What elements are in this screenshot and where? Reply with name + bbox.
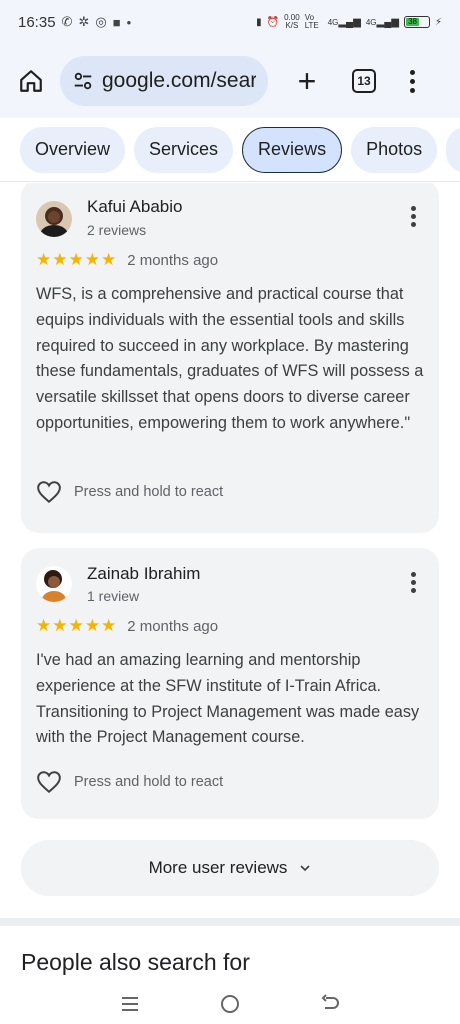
review-text: I've had an amazing learning and mentors… bbox=[36, 651, 420, 747]
reviewer-review-count: 2 reviews bbox=[87, 222, 147, 238]
volte-label: Vo LTE bbox=[304, 13, 319, 30]
status-bar: 16:35 ✆ ✲ ◎ ■ • ▮ ⏰ 0.00 K/S Vo LTE 4G▂▄… bbox=[0, 0, 460, 44]
star-rating: ★★★★★ bbox=[36, 616, 118, 635]
reviewer-name[interactable]: Zainab Ibrahim bbox=[87, 564, 200, 584]
heart-icon[interactable] bbox=[36, 770, 62, 794]
browser-toolbar: google.com/search + 13 bbox=[0, 44, 460, 118]
home-icon bbox=[20, 70, 42, 92]
back-button[interactable] bbox=[318, 992, 342, 1016]
reviewer-name[interactable]: Kafui Ababio bbox=[87, 197, 182, 217]
settings-icon: ✲ bbox=[78, 14, 90, 29]
signal-2-label: 4G bbox=[365, 17, 377, 27]
star-rating: ★★★★★ bbox=[36, 250, 118, 269]
reviews-content: Kafui Ababio 2 reviews ★★★★★ 2 months ag… bbox=[0, 183, 460, 983]
square-icon: ■ bbox=[112, 14, 121, 30]
review-card: Zainab Ibrahim 1 review ★★★★★ 2 months a… bbox=[21, 548, 439, 819]
home-button[interactable] bbox=[14, 64, 48, 98]
vibrate-icon: ▮ bbox=[256, 16, 262, 28]
tab-switcher-button[interactable]: 13 bbox=[352, 69, 376, 93]
signal-2: 4G▂▄▆ bbox=[365, 16, 399, 28]
recent-apps-button[interactable] bbox=[118, 992, 142, 1016]
react-row[interactable]: Press and hold to react bbox=[36, 480, 223, 504]
more-reviews-button[interactable]: More user reviews bbox=[21, 840, 439, 896]
tab-strip: Overview Services Reviews Photos bbox=[0, 118, 460, 182]
alarm-icon: ⏰ bbox=[266, 16, 280, 28]
system-nav-bar bbox=[0, 983, 460, 1024]
battery-level: 38 bbox=[405, 18, 420, 26]
signal-1-label: 4G bbox=[327, 17, 339, 27]
clock: 16:35 bbox=[18, 13, 56, 31]
review-time: 2 months ago bbox=[127, 251, 219, 269]
more-reviews-label: More user reviews bbox=[148, 858, 288, 877]
tune-icon[interactable] bbox=[72, 70, 94, 92]
react-row[interactable]: Press and hold to react bbox=[36, 770, 223, 794]
avatar-image bbox=[36, 566, 72, 602]
tab-photos[interactable]: Photos bbox=[351, 126, 438, 173]
dot-icon: • bbox=[126, 14, 132, 30]
chrome-icon: ◎ bbox=[95, 14, 107, 29]
rating-row: ★★★★★ 2 months ago bbox=[36, 616, 218, 636]
whatsapp-icon: ✆ bbox=[61, 14, 73, 29]
react-label: Press and hold to react bbox=[74, 774, 224, 790]
battery-icon: 38 bbox=[403, 16, 430, 28]
chevron-down-icon bbox=[300, 865, 311, 872]
heart-icon[interactable] bbox=[36, 480, 62, 504]
home-nav-button[interactable] bbox=[218, 992, 242, 1016]
tab-count: 13 bbox=[357, 74, 371, 88]
rating-row: ★★★★★ 2 months ago bbox=[36, 250, 218, 270]
section-divider bbox=[0, 918, 460, 926]
reviewer-review-count: 1 review bbox=[87, 588, 140, 604]
avatar[interactable] bbox=[36, 201, 72, 237]
section-title: People also search for bbox=[21, 949, 250, 975]
review-card: Kafui Ababio 2 reviews ★★★★★ 2 months ag… bbox=[21, 183, 439, 533]
review-text: WFS, is a comprehensive and practical co… bbox=[36, 285, 424, 432]
back-icon bbox=[321, 993, 339, 1009]
tab-more-partial[interactable] bbox=[446, 126, 460, 173]
tab-reviews[interactable]: Reviews bbox=[242, 126, 343, 173]
charging-icon: ⚡ bbox=[434, 16, 442, 28]
tab-services[interactable]: Services bbox=[134, 126, 234, 173]
review-time: 2 months ago bbox=[127, 617, 219, 635]
avatar[interactable] bbox=[36, 566, 72, 602]
plus-icon: + bbox=[297, 63, 317, 99]
network-speed: 0.00 K/S bbox=[284, 14, 300, 30]
url-text: google.com/search bbox=[102, 69, 256, 92]
network-speed-unit: K/S bbox=[285, 21, 299, 30]
review-options-button[interactable] bbox=[411, 206, 417, 227]
signal-1: 4G▂▄▆ bbox=[327, 16, 361, 28]
new-tab-button[interactable]: + bbox=[292, 63, 322, 99]
menu-icon bbox=[122, 996, 138, 1011]
react-label: Press and hold to react bbox=[74, 484, 224, 500]
review-options-button[interactable] bbox=[411, 572, 417, 593]
more-vert-icon[interactable] bbox=[410, 69, 415, 93]
address-bar[interactable]: google.com/search bbox=[60, 56, 268, 106]
circle-icon bbox=[221, 994, 239, 1013]
avatar-image bbox=[36, 201, 72, 237]
tab-overview[interactable]: Overview bbox=[20, 126, 126, 173]
